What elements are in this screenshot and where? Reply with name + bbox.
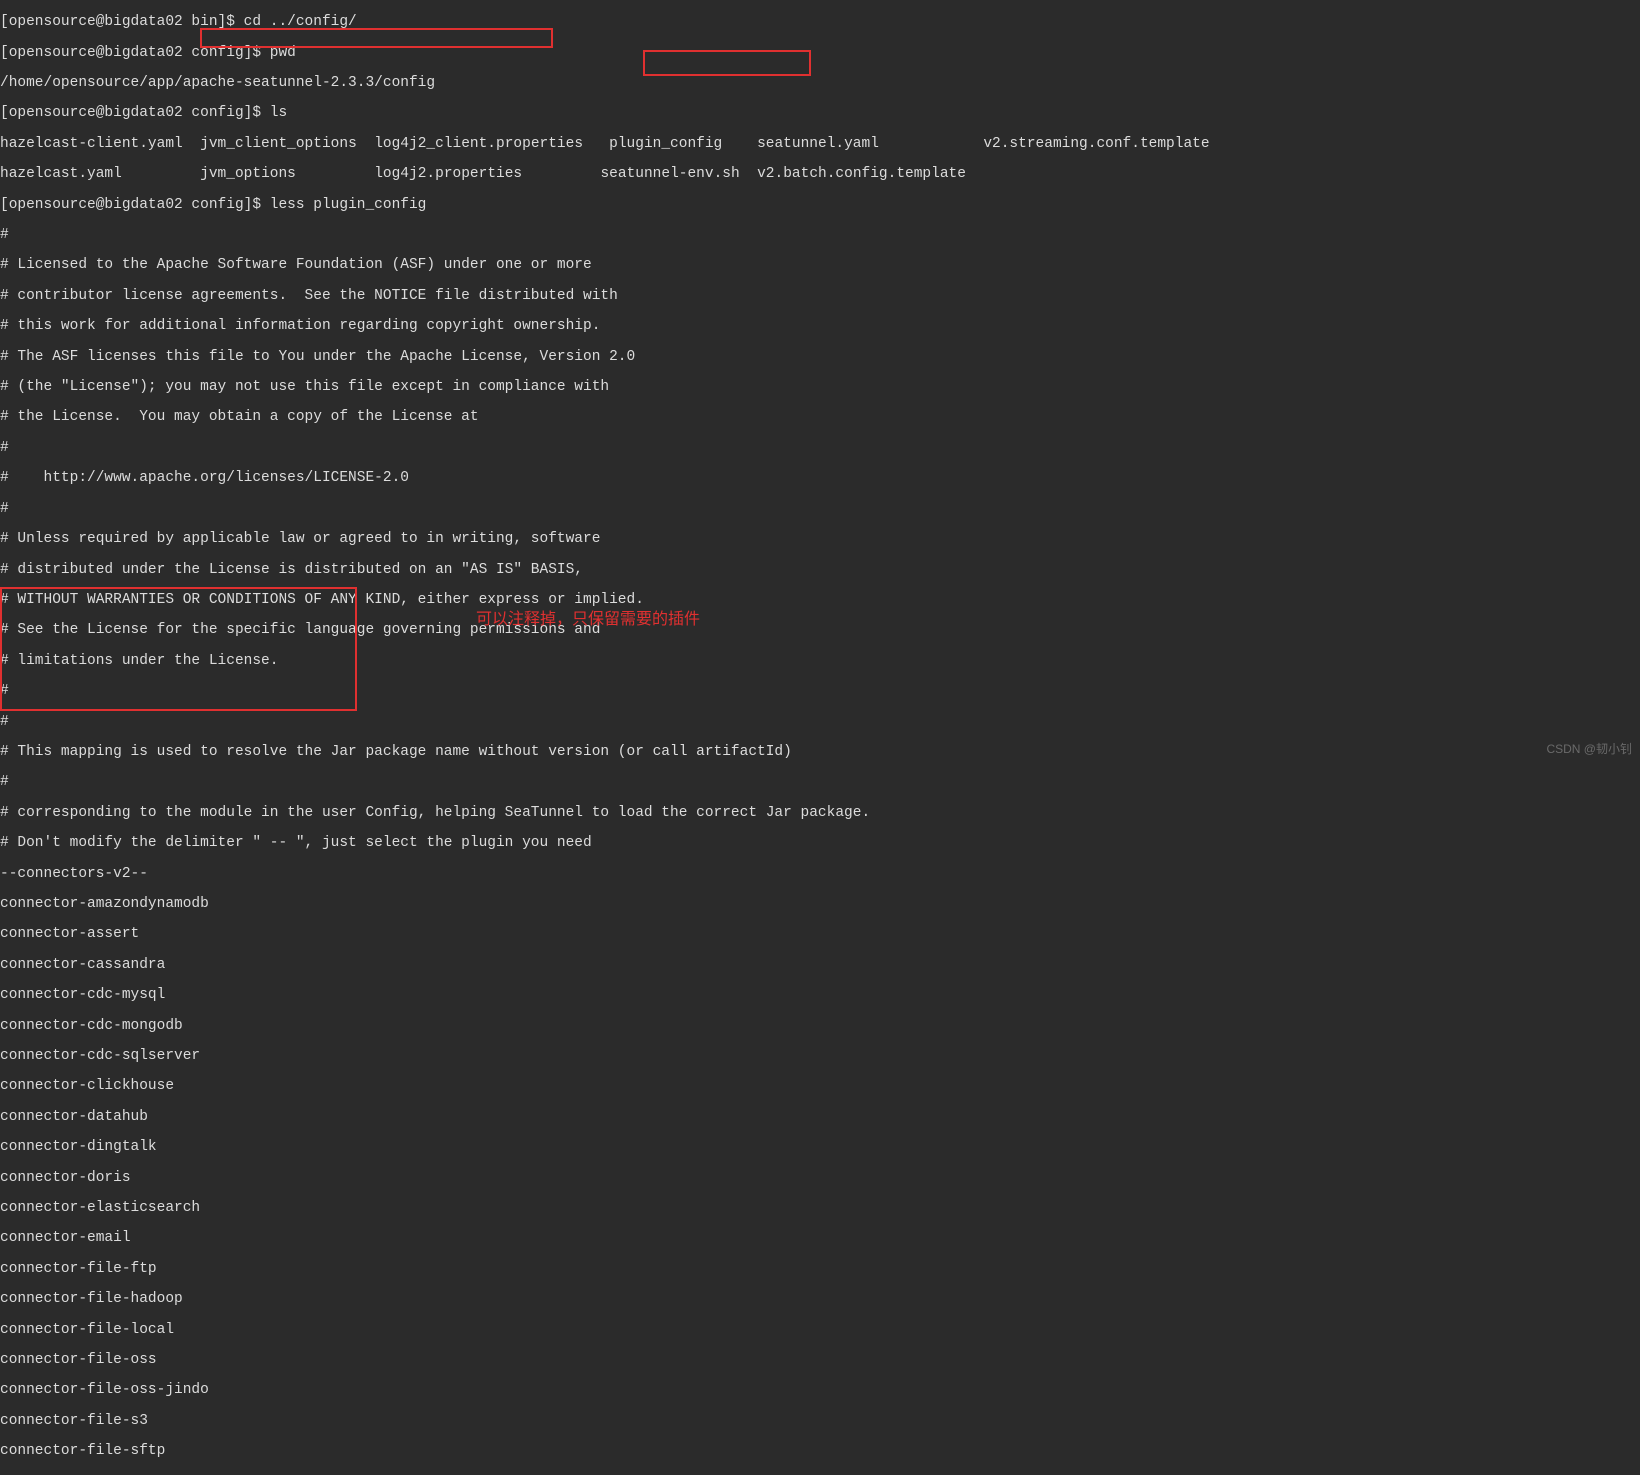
pwd-output-path: apache-seatunnel-2.3.3/config xyxy=(183,75,435,91)
file-line: connector-file-hadoop xyxy=(0,1292,1640,1307)
file-line: # xyxy=(0,228,1640,243)
watermark: CSDN @韧小钊 xyxy=(1546,742,1632,757)
file-line: connector-cdc-sqlserver xyxy=(0,1049,1640,1064)
file-line: # Unless required by applicable law or a… xyxy=(0,532,1640,547)
file-line: # xyxy=(0,775,1640,790)
file-line: --connectors-v2-- xyxy=(0,867,1640,882)
file-line: # xyxy=(0,441,1640,456)
file-line: connector-assert xyxy=(0,927,1640,942)
file-line: connector-email xyxy=(0,1231,1640,1246)
file-line: connector-file-s3 xyxy=(0,1414,1640,1429)
command-ls: ls xyxy=(270,105,287,121)
file-line: connector-cdc-mysql xyxy=(0,988,1640,1003)
terminal-output[interactable]: [opensource@bigdata02 bin]$ cd ../config… xyxy=(0,0,1640,1475)
file-line: # The ASF licenses this file to You unde… xyxy=(0,350,1640,365)
file-line: # xyxy=(0,502,1640,517)
file-line: # Don't modify the delimiter " -- ", jus… xyxy=(0,836,1640,851)
ls-item: hazelcast.yaml xyxy=(0,166,122,182)
file-line: connector-doris xyxy=(0,1171,1640,1186)
file-line: # xyxy=(0,715,1640,730)
file-line: # (the "License"); you may not use this … xyxy=(0,380,1640,395)
file-line: connector-file-local xyxy=(0,1323,1640,1338)
file-line: # distributed under the License is distr… xyxy=(0,563,1640,578)
prompt: [opensource@bigdata02 config]$ xyxy=(0,105,270,121)
file-line: connector-cassandra xyxy=(0,958,1640,973)
ls-item: jvm_options xyxy=(200,166,296,182)
ls-item: log4j2_client.properties xyxy=(374,136,583,152)
file-line: # the License. You may obtain a copy of … xyxy=(0,410,1640,425)
file-line: connector-file-oss xyxy=(0,1353,1640,1368)
file-line: connector-datahub xyxy=(0,1110,1640,1125)
file-line: connector-file-sftp xyxy=(0,1444,1640,1459)
ls-item: plugin_config xyxy=(600,136,731,152)
ls-item: seatunnel.yaml xyxy=(757,136,879,152)
file-line: connector-elasticsearch xyxy=(0,1201,1640,1216)
file-line: connector-amazondynamodb xyxy=(0,897,1640,912)
ls-item: v2.streaming.conf.template xyxy=(983,136,1209,152)
file-line: # contributor license agreements. See th… xyxy=(0,289,1640,304)
ls-item: seatunnel-env.sh xyxy=(600,166,739,182)
ls-item: log4j2.properties xyxy=(374,166,522,182)
command-less: less plugin_config xyxy=(270,197,427,213)
prompt: [opensource@bigdata02 config]$ xyxy=(0,197,270,213)
file-line: # Licensed to the Apache Software Founda… xyxy=(0,258,1640,273)
highlight-box-path xyxy=(200,28,553,48)
highlight-box-plugin-config xyxy=(643,50,811,76)
ls-item: v2.batch.config.template xyxy=(757,166,966,182)
file-line: # this work for additional information r… xyxy=(0,319,1640,334)
file-line: # http://www.apache.org/licenses/LICENSE… xyxy=(0,471,1640,486)
ls-item: jvm_client_options xyxy=(200,136,357,152)
file-line: # corresponding to the module in the use… xyxy=(0,806,1640,821)
highlight-box-connectors xyxy=(0,587,357,711)
file-line: connector-clickhouse xyxy=(0,1079,1640,1094)
file-line: connector-file-ftp xyxy=(0,1262,1640,1277)
file-line: connector-dingtalk xyxy=(0,1140,1640,1155)
annotation-note: 可以注释掉，只保留需要的插件 xyxy=(476,612,700,627)
pwd-output-prefix: /home/opensource/app/ xyxy=(0,75,183,91)
file-line: connector-cdc-mongodb xyxy=(0,1019,1640,1034)
file-line: connector-file-oss-jindo xyxy=(0,1383,1640,1398)
ls-item: hazelcast-client.yaml xyxy=(0,136,183,152)
file-line: # This mapping is used to resolve the Ja… xyxy=(0,745,1640,760)
